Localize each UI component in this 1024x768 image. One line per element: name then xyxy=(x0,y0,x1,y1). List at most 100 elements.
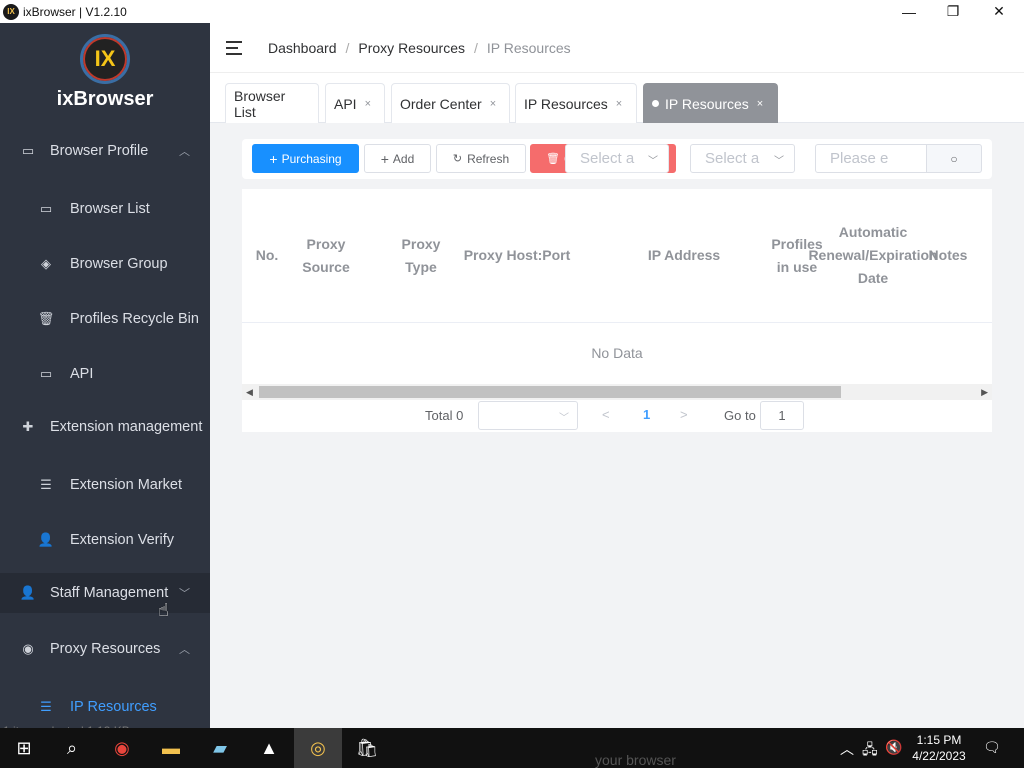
refresh-button[interactable]: ↻ Refresh xyxy=(436,144,526,173)
goto-label: Go to xyxy=(724,408,756,423)
col-proxy-host-port: Proxy Host:Port xyxy=(463,247,571,263)
breadcrumb-proxy-resources[interactable]: Proxy Resources xyxy=(358,40,465,56)
trash-icon: 🗑 xyxy=(37,311,55,326)
sidebar-item-label: Staff Management xyxy=(50,585,169,601)
breadcrumb-dashboard[interactable]: Dashboard xyxy=(268,40,337,56)
sidebar-item-browser-profile[interactable]: ▭ Browser Profile ︿ xyxy=(0,131,210,171)
restore-button[interactable]: ❐ xyxy=(930,0,976,23)
refresh-icon: ↻ xyxy=(452,153,463,165)
sidebar-item-api[interactable]: ▭ API xyxy=(0,354,210,394)
network-icon[interactable]: 🖧 xyxy=(862,739,878,763)
sidebar-item-browser-group[interactable]: ◈ Browser Group xyxy=(0,244,210,284)
app-icon-badge: IX xyxy=(7,7,15,16)
start-button[interactable]: ⊞ xyxy=(0,728,48,768)
sidebar-item-label: Proxy Resources xyxy=(50,641,161,657)
horizontal-scrollbar[interactable]: ◀ ▶ xyxy=(242,384,992,400)
sidebar-item-label: IP Resources xyxy=(70,699,157,715)
proxy-type-select[interactable]: Select a ﹀ xyxy=(690,144,795,173)
photos-icon: ▲ xyxy=(260,737,278,758)
sidebar-item-label: Extension Market xyxy=(70,477,183,493)
store-button[interactable]: 🛍 xyxy=(343,728,391,768)
sidebar: IX ixBrowser ▭ Browser Profile ︿ ▭ Brows… xyxy=(0,23,210,728)
sidebar-item-label: Extension management xyxy=(50,419,203,435)
toolbar: +Purchasing +Add ↻Refresh 🗑C Select a ﹀ … xyxy=(242,139,992,179)
sidebar-item-staff-management[interactable]: 👤 Staff Management ﹀ xyxy=(0,573,210,613)
tab-label: API xyxy=(334,95,357,112)
menu-collapse-icon[interactable] xyxy=(226,40,244,55)
proxy-source-select[interactable]: Select a ﹀ xyxy=(565,144,669,173)
sidebar-item-extension-management[interactable]: ✚ Extension management xyxy=(0,407,210,447)
close-window-button[interactable]: ✕ xyxy=(976,0,1022,23)
chrome-taskbar-button[interactable]: ◉ xyxy=(98,728,146,768)
page-size-select[interactable]: ﹀ xyxy=(478,401,578,430)
sidebar-item-extension-market[interactable]: ☰ Extension Market xyxy=(0,465,210,505)
sidebar-item-browser-list[interactable]: ▭ Browser List xyxy=(0,189,210,229)
col-notes: Notes xyxy=(928,247,968,263)
next-page-icon[interactable]: > xyxy=(680,407,688,422)
tab-order-center[interactable]: Order Center × xyxy=(391,83,510,123)
main-area: Dashboard / Proxy Resources / IP Resourc… xyxy=(210,23,1024,728)
sidebar-item-profiles-recycle-bin[interactable]: 🗑 Profiles Recycle Bin xyxy=(0,299,210,339)
clock[interactable]: 1:15 PM 4/22/2023 xyxy=(905,732,973,764)
pagination: Total 0 ﹀ < 1 > Go to 1 xyxy=(242,400,992,432)
chevron-up-icon: ︿ xyxy=(179,146,190,158)
active-dot-icon xyxy=(652,100,659,107)
file-explorer-button[interactable]: ▬ xyxy=(147,728,195,768)
add-button[interactable]: + Add xyxy=(364,144,431,173)
tab-ip-resources[interactable]: IP Resources × xyxy=(515,83,637,123)
sidebar-item-ip-resources[interactable]: ☰ IP Resources xyxy=(0,687,210,727)
col-proxy-type: Proxy Type xyxy=(401,235,441,275)
tab-label: Order Center xyxy=(400,95,482,112)
tab-api[interactable]: API × xyxy=(325,83,385,123)
search-button[interactable]: ⌕ xyxy=(48,728,96,768)
notepad-button[interactable]: ▰ xyxy=(196,728,244,768)
logo-text: ixBrowser xyxy=(56,88,154,110)
trash-icon: 🗑 xyxy=(546,153,560,165)
store-icon: 🛍 xyxy=(355,737,379,758)
col-proxy-source: Proxy Source xyxy=(302,235,350,275)
ip-resources-table: No. Proxy Source Proxy Type Proxy Host:P… xyxy=(242,189,992,400)
prev-page-icon[interactable]: < xyxy=(602,407,610,422)
notifications-icon[interactable]: 🗨 xyxy=(983,739,1001,756)
scrollbar-thumb[interactable] xyxy=(259,386,841,398)
ixbrowser-taskbar-button[interactable]: ◎ xyxy=(294,728,342,768)
content-area: +Purchasing +Add ↻Refresh 🗑C Select a ﹀ … xyxy=(210,123,1024,728)
windows-logo-icon: ⊞ xyxy=(16,737,32,758)
sidebar-item-proxy-resources[interactable]: ◉ Proxy Resources ︿ xyxy=(0,629,210,669)
sidebar-logo[interactable]: IX ixBrowser xyxy=(0,23,210,128)
chevron-up-icon[interactable]: ︿ xyxy=(840,739,854,759)
volume-muted-icon[interactable]: 🔇 xyxy=(885,739,902,756)
tab-ip-resources-active[interactable]: IP Resources × xyxy=(643,83,778,123)
notepad-icon: ▰ xyxy=(213,737,227,758)
sidebar-item-label: Browser Group xyxy=(70,256,168,272)
sidebar-item-label: Browser List xyxy=(70,201,150,217)
tab-browser-list[interactable]: Browser List xyxy=(225,83,319,123)
ixbrowser-logo-icon: IX xyxy=(80,34,130,84)
col-no: No. xyxy=(255,247,279,263)
photos-button[interactable]: ▲ xyxy=(245,728,293,768)
close-tab-icon[interactable]: × xyxy=(490,98,496,110)
mouse-cursor-icon: ☝ xyxy=(158,600,169,620)
plus-icon: + xyxy=(380,150,389,167)
sidebar-item-label: Browser Profile xyxy=(50,143,149,159)
purchasing-button[interactable]: + Purchasing xyxy=(252,144,359,173)
sidebar-item-extension-verify[interactable]: 👤 Extension Verify xyxy=(0,520,210,560)
goto-page-input[interactable]: 1 xyxy=(760,401,804,430)
breadcrumb: Dashboard / Proxy Resources / IP Resourc… xyxy=(268,39,571,56)
search-icon: ⌕ xyxy=(66,737,78,758)
scroll-left-icon[interactable]: ◀ xyxy=(246,387,253,398)
tags-view: Browser List API × Order Center × IP Resou… xyxy=(210,83,1024,123)
page-number[interactable]: 1 xyxy=(643,407,650,422)
top-navbar: Dashboard / Proxy Resources / IP Resourc… xyxy=(210,23,1024,73)
minimize-button[interactable]: — xyxy=(886,0,932,23)
folder-icon: ▬ xyxy=(162,737,180,758)
close-tab-icon[interactable]: × xyxy=(616,98,622,110)
search-button[interactable]: ○ xyxy=(926,144,982,173)
chrome-icon: ◉ xyxy=(114,737,130,758)
scroll-right-icon[interactable]: ▶ xyxy=(981,387,988,398)
ghost-overlay-text: your browser xyxy=(595,752,676,768)
search-input[interactable]: Please e xyxy=(815,144,927,173)
close-tab-icon[interactable]: × xyxy=(365,98,371,110)
close-tab-icon[interactable]: × xyxy=(757,98,763,110)
user-icon: 👤 xyxy=(37,532,55,547)
